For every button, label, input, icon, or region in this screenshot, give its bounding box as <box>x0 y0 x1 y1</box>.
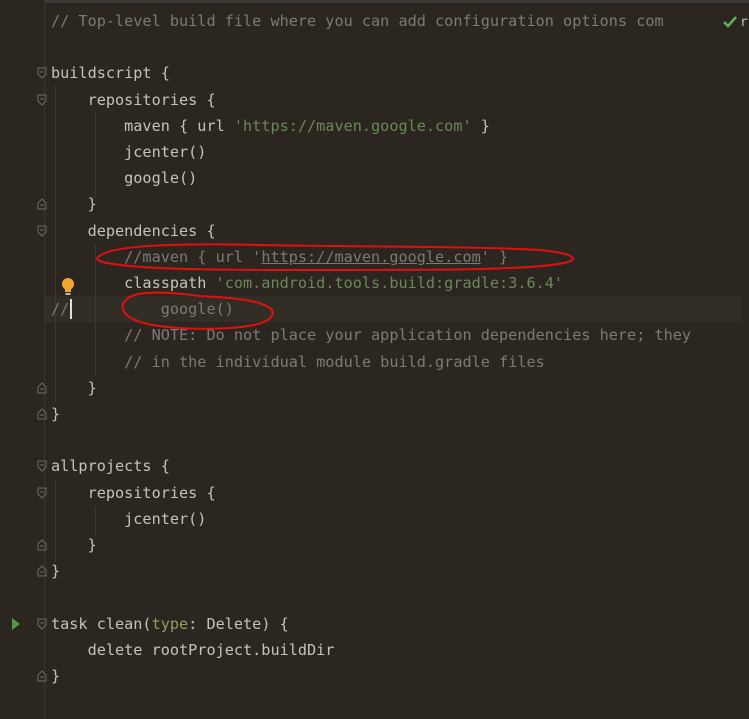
red-annotations <box>96 243 574 330</box>
vertical-scrollbar[interactable] <box>741 40 749 719</box>
code-editor[interactable]: // Top-level build file where you can ad… <box>0 0 749 719</box>
annotation-ellipse-google <box>121 291 274 330</box>
annotation-ellipse-maven <box>96 243 574 271</box>
